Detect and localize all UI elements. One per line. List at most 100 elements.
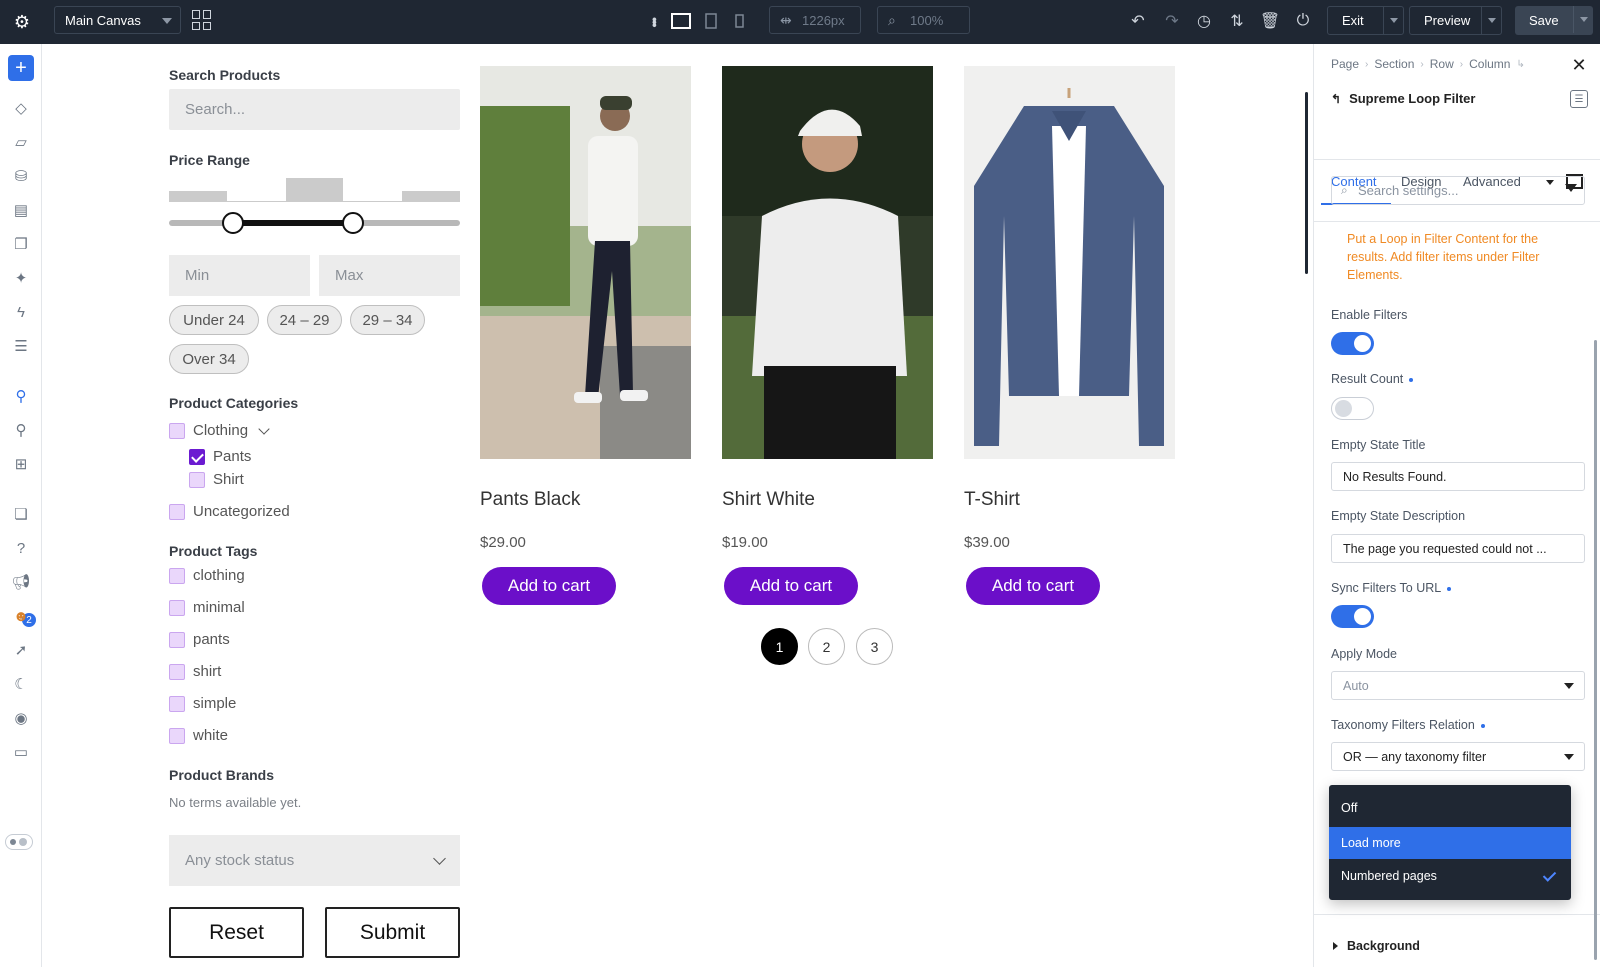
price-max-input[interactable]: Max bbox=[319, 255, 460, 296]
exit-dropdown-toggle[interactable] bbox=[1383, 7, 1403, 34]
product-search-input[interactable]: Search... bbox=[169, 89, 460, 130]
phone-view-icon[interactable] bbox=[731, 10, 747, 32]
dark-mode-icon[interactable]: ☾ bbox=[8, 671, 34, 697]
tag-checkbox[interactable] bbox=[169, 663, 185, 680]
category-item[interactable]: Clothing bbox=[169, 422, 270, 439]
tag-item[interactable]: shirt bbox=[169, 663, 221, 680]
price-chip[interactable]: 29 – 34 bbox=[350, 305, 425, 335]
dropdown-option[interactable]: Off bbox=[1329, 792, 1571, 824]
pagination-page[interactable]: 3 bbox=[856, 628, 893, 665]
tag-checkbox[interactable] bbox=[169, 567, 185, 584]
chevron-down-icon[interactable] bbox=[258, 422, 270, 435]
submit-button[interactable]: Submit bbox=[325, 907, 460, 958]
tag-item[interactable]: simple bbox=[169, 695, 236, 712]
sort-arrows-icon[interactable]: ⇅ bbox=[1226, 10, 1248, 32]
category-checkbox[interactable] bbox=[189, 471, 205, 488]
windows-icon[interactable]: ❏ bbox=[8, 501, 34, 527]
pagination-page[interactable]: 2 bbox=[808, 628, 845, 665]
category-checkbox[interactable] bbox=[189, 448, 205, 465]
tag-checkbox[interactable] bbox=[169, 727, 185, 744]
add-element-button[interactable]: + bbox=[8, 55, 34, 81]
form-icon[interactable]: ▤ bbox=[8, 197, 34, 223]
tag-item[interactable]: minimal bbox=[169, 599, 245, 616]
save-dropdown-toggle[interactable] bbox=[1573, 6, 1593, 33]
result-count-toggle[interactable] bbox=[1331, 397, 1374, 420]
history-icon[interactable]: ◷ bbox=[1193, 10, 1215, 32]
enable-filters-toggle[interactable] bbox=[1331, 332, 1374, 355]
add-to-cart-button[interactable]: Add to cart bbox=[482, 567, 616, 605]
save-button[interactable]: Save bbox=[1515, 6, 1593, 35]
product-name[interactable]: T-Shirt bbox=[964, 489, 1020, 511]
sync-filters-toggle[interactable] bbox=[1331, 605, 1374, 628]
list-layout-icon[interactable]: ☰ bbox=[8, 333, 34, 359]
category-item[interactable]: Shirt bbox=[189, 471, 244, 488]
empty-title-input[interactable]: No Results Found. bbox=[1331, 462, 1585, 491]
tag-item[interactable]: pants bbox=[169, 631, 230, 648]
exit-button[interactable]: Exit bbox=[1327, 6, 1404, 35]
ai-sparkle-icon[interactable]: ✦ bbox=[8, 265, 34, 291]
desktop-view-icon[interactable] bbox=[669, 10, 693, 32]
emoji-icon[interactable]: ☻ bbox=[8, 603, 34, 629]
tablet-view-icon[interactable] bbox=[701, 10, 721, 32]
reset-button[interactable]: Reset bbox=[169, 907, 304, 958]
canvas-select[interactable]: Main Canvas bbox=[54, 6, 181, 34]
undo-icon[interactable]: ↶ bbox=[1127, 10, 1149, 32]
price-chip[interactable]: Under 24 bbox=[169, 305, 259, 335]
category-checkbox[interactable] bbox=[169, 422, 185, 439]
breadcrumb-item[interactable]: Page bbox=[1331, 57, 1359, 71]
product-image[interactable] bbox=[964, 66, 1175, 459]
power-icon[interactable]: ⏻ bbox=[1292, 10, 1314, 32]
product-image[interactable] bbox=[722, 66, 933, 459]
tag-checkbox[interactable] bbox=[169, 631, 185, 648]
product-name[interactable]: Pants Black bbox=[480, 489, 580, 511]
filter-icon[interactable] bbox=[1565, 184, 1577, 192]
module-settings-icon[interactable]: ☰ bbox=[1570, 90, 1588, 108]
background-section[interactable]: Background bbox=[1314, 914, 1600, 967]
zoom-field[interactable]: ⌕ 100% bbox=[877, 6, 970, 34]
tag-checkbox[interactable] bbox=[169, 599, 185, 616]
sidebar-toggle[interactable] bbox=[5, 834, 33, 850]
cursor-icon[interactable]: ➚ bbox=[8, 637, 34, 663]
price-min-input[interactable]: Min bbox=[169, 255, 310, 296]
apply-mode-select[interactable]: Auto bbox=[1331, 671, 1585, 700]
dropdown-option[interactable]: Load more bbox=[1329, 827, 1571, 859]
empty-description-input[interactable]: The page you requested could not ... bbox=[1331, 534, 1585, 563]
canvas-width-field[interactable]: ⇹ 1226px bbox=[769, 6, 861, 34]
layers-icon[interactable]: ◇ bbox=[8, 95, 34, 121]
product-name[interactable]: Shirt White bbox=[722, 489, 815, 511]
product-image[interactable] bbox=[480, 66, 691, 459]
monitor-settings-icon[interactable]: ▭ bbox=[8, 739, 34, 765]
library-icon[interactable]: ▱ bbox=[8, 129, 34, 155]
taxonomy-relation-select[interactable]: OR — any taxonomy filter bbox=[1331, 742, 1585, 771]
more-vertical-icon[interactable]: ••• bbox=[647, 10, 663, 32]
preview-dropdown-toggle[interactable] bbox=[1481, 7, 1501, 34]
panel-scrollbar[interactable] bbox=[1594, 340, 1597, 960]
redo-icon[interactable]: ↷ bbox=[1161, 10, 1183, 32]
price-chip[interactable]: 24 – 29 bbox=[267, 305, 342, 335]
pagination-page[interactable]: 1 bbox=[761, 628, 798, 665]
add-to-cart-button[interactable]: Add to cart bbox=[724, 567, 858, 605]
price-min-handle[interactable] bbox=[222, 212, 244, 234]
loop-builder-icon[interactable]: ⚲ bbox=[8, 417, 34, 443]
category-checkbox[interactable] bbox=[169, 503, 185, 520]
trash-icon[interactable]: 🗑︎ bbox=[1259, 10, 1281, 32]
tag-item[interactable]: clothing bbox=[169, 567, 245, 584]
price-chip[interactable]: Over 34 bbox=[169, 344, 249, 374]
breadcrumb-item[interactable]: Row bbox=[1430, 57, 1454, 71]
canvas-scrollbar[interactable] bbox=[1305, 92, 1308, 274]
help-icon[interactable]: ? bbox=[8, 535, 34, 561]
stock-status-select[interactable]: Any stock status bbox=[169, 835, 460, 886]
dropdown-option-selected[interactable]: Numbered pages bbox=[1329, 860, 1571, 892]
category-item[interactable]: Pants bbox=[189, 448, 251, 465]
breadcrumb-item[interactable]: Column bbox=[1469, 57, 1510, 71]
target-icon[interactable]: ◉ bbox=[8, 705, 34, 731]
back-arrow-icon[interactable]: ↰ bbox=[1331, 92, 1341, 106]
pages-icon[interactable]: ❐ bbox=[8, 231, 34, 257]
loop-filter-icon[interactable]: ⚲ bbox=[8, 383, 34, 409]
gear-icon[interactable]: ⚙ bbox=[8, 8, 36, 36]
preview-button[interactable]: Preview bbox=[1409, 6, 1502, 35]
tag-item[interactable]: white bbox=[169, 727, 228, 744]
layout-grid-icon[interactable] bbox=[192, 10, 212, 30]
lightning-icon[interactable]: ϟ bbox=[8, 299, 34, 325]
category-item[interactable]: Uncategorized bbox=[169, 503, 290, 520]
